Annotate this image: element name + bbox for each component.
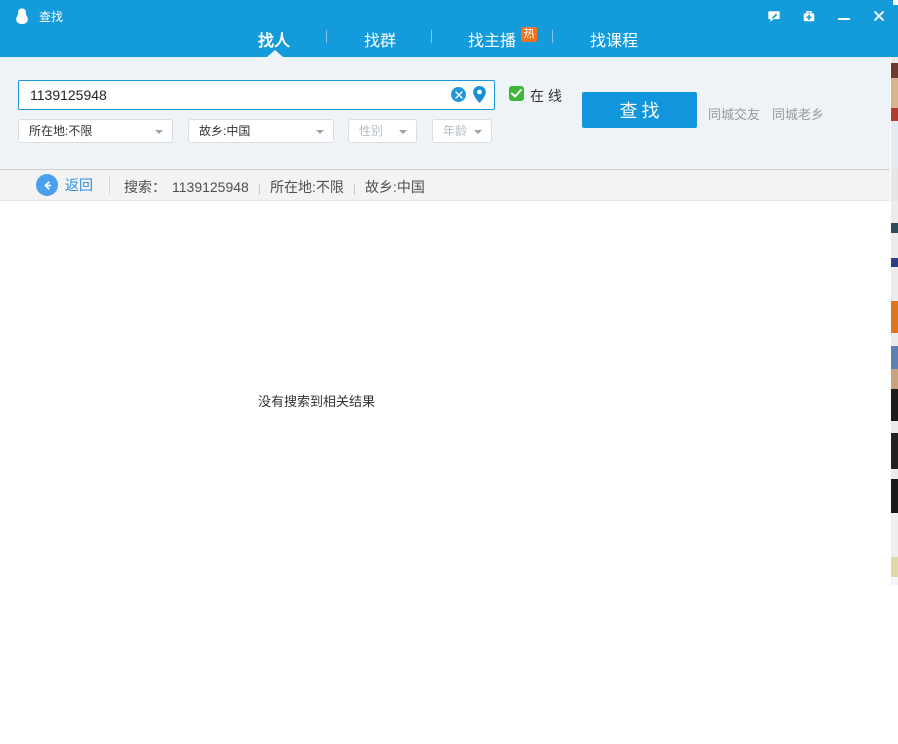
back-arrow-icon <box>36 174 58 196</box>
background-window-strip <box>890 57 898 744</box>
search-input[interactable] <box>19 81 494 109</box>
tab-find-course[interactable]: 找课程 <box>590 27 638 51</box>
empty-result-message: 没有搜索到相关结果 <box>258 391 375 410</box>
filter-gender-dropdown[interactable]: 性别 <box>348 119 417 143</box>
titlebar: 查找 找人 <box>0 0 898 57</box>
filter-hometown-value: 故乡:中国 <box>199 124 250 138</box>
tab-find-people[interactable]: 找人 <box>258 27 290 51</box>
filter-age-value: 年龄 <box>443 124 467 138</box>
hot-badge: 热 <box>521 27 537 42</box>
clear-input-icon[interactable] <box>451 87 466 102</box>
summary-filter-location: 所在地:不限 <box>270 179 344 195</box>
active-tab-pointer <box>267 50 283 57</box>
search-panel: 在 线 查找 同城交友 同城老乡 所在地:不限 故乡:中国 性别 年龄 <box>0 57 890 169</box>
tab-separator <box>431 30 432 43</box>
chevron-down-icon <box>316 130 324 134</box>
chevron-down-icon <box>399 130 407 134</box>
summary-filter-hometown: 故乡:中国 <box>365 179 425 195</box>
result-summary-bar: 返回 搜索：1139125948|所在地:不限|故乡:中国 <box>0 169 890 201</box>
feedback-icon[interactable] <box>765 8 783 24</box>
back-button[interactable]: 返回 <box>36 174 93 196</box>
chevron-down-icon <box>474 130 482 134</box>
tab-find-group[interactable]: 找群 <box>364 27 396 51</box>
link-city-friends[interactable]: 同城交友 <box>708 104 760 123</box>
online-checkbox[interactable] <box>509 86 524 101</box>
minimize-button[interactable] <box>835 8 853 24</box>
search-summary: 搜索：1139125948|所在地:不限|故乡:中国 <box>124 177 425 197</box>
search-button[interactable]: 查找 <box>582 92 697 128</box>
security-kit-icon[interactable] <box>800 8 818 24</box>
close-button[interactable] <box>870 8 888 24</box>
link-city-hometown[interactable]: 同城老乡 <box>772 104 824 123</box>
back-label: 返回 <box>65 175 93 195</box>
filter-location-value: 所在地:不限 <box>29 124 92 138</box>
title-group: 查找 <box>13 7 63 25</box>
tab-separator <box>326 30 327 43</box>
window-title: 查找 <box>39 8 63 25</box>
chevron-down-icon <box>155 130 163 134</box>
divider <box>109 176 110 194</box>
side-links: 同城交友 同城老乡 <box>708 104 824 123</box>
filter-location-dropdown[interactable]: 所在地:不限 <box>18 119 173 143</box>
results-area: 没有搜索到相关结果 <box>0 201 890 744</box>
summary-prefix: 搜索： <box>124 179 166 195</box>
filter-hometown-dropdown[interactable]: 故乡:中国 <box>188 119 334 143</box>
online-label[interactable]: 在 线 <box>530 86 562 106</box>
qq-penguin-icon <box>13 7 31 25</box>
qq-find-window: 查找 找人 <box>0 0 898 744</box>
window-controls <box>765 8 888 24</box>
filter-age-dropdown[interactable]: 年龄 <box>432 119 492 143</box>
location-pin-icon[interactable] <box>473 86 486 103</box>
tab-separator <box>552 30 553 43</box>
corner-notch <box>893 0 898 5</box>
summary-query: 1139125948 <box>172 179 249 195</box>
tab-find-streamer[interactable]: 找主播 <box>468 27 516 51</box>
filter-gender-value: 性别 <box>359 124 383 138</box>
search-box <box>18 80 495 110</box>
